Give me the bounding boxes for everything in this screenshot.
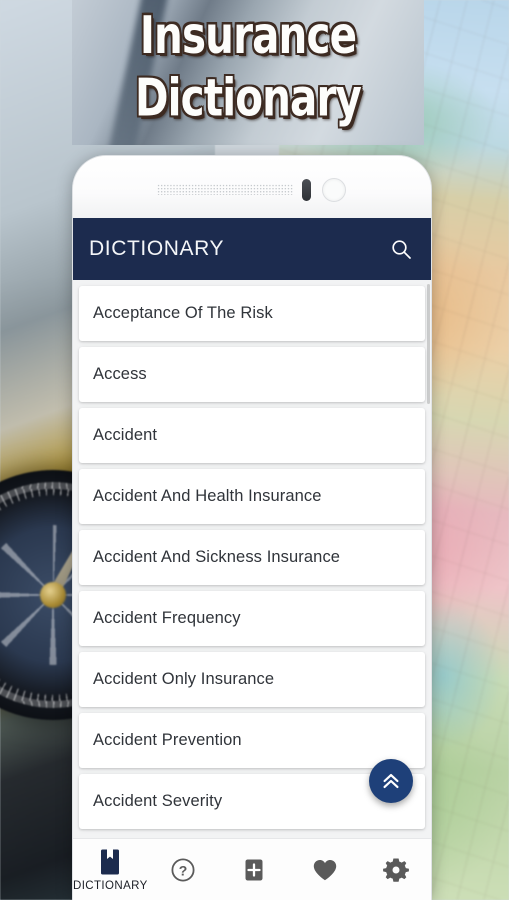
plus-square-icon bbox=[245, 859, 263, 881]
earpiece-speaker-grille bbox=[157, 184, 293, 195]
term-label: Accident Only Insurance bbox=[93, 670, 275, 688]
nav-item-help[interactable]: ? bbox=[148, 839, 219, 900]
dictionary-term-list[interactable]: Acceptance Of The Risk Access Accident A… bbox=[73, 280, 431, 838]
nav-item-settings[interactable] bbox=[360, 839, 431, 900]
app-bar-title: DICTIONARY bbox=[89, 237, 225, 260]
term-label: Accident bbox=[93, 426, 158, 444]
term-label: Acceptance Of The Risk bbox=[93, 304, 273, 322]
banner-title-line1: Insurance bbox=[139, 5, 357, 67]
nav-item-label: DICTIONARY bbox=[73, 879, 148, 892]
book-bookmark-icon bbox=[101, 849, 120, 874]
phone-bezel-top bbox=[73, 156, 431, 218]
term-label: Accident And Health Insurance bbox=[93, 487, 322, 505]
nav-item-add[interactable] bbox=[219, 839, 290, 900]
compass-pivot bbox=[40, 582, 66, 608]
scrollbar-thumb[interactable] bbox=[427, 284, 430, 404]
app-bar: DICTIONARY bbox=[73, 218, 431, 280]
search-icon[interactable] bbox=[389, 237, 413, 261]
list-item[interactable]: Access bbox=[79, 347, 425, 402]
double-chevron-up-icon bbox=[383, 773, 399, 789]
gear-icon bbox=[382, 858, 409, 882]
title-banner: Insurance Dictionary bbox=[72, 0, 424, 145]
app-store-screenshot: Insurance Dictionary DICTIONARY Acceptan… bbox=[0, 0, 509, 900]
heart-icon bbox=[313, 860, 336, 881]
list-item[interactable]: Accident Only Insurance bbox=[79, 652, 425, 707]
list-item[interactable]: Accident Frequency bbox=[79, 591, 425, 646]
bottom-navigation-bar: DICTIONARY ? bbox=[73, 838, 431, 900]
scroll-to-top-fab[interactable] bbox=[369, 759, 413, 803]
list-item[interactable]: Accident And Health Insurance bbox=[79, 469, 425, 524]
question-circle-icon: ? bbox=[171, 858, 195, 882]
term-label: Accident And Sickness Insurance bbox=[93, 548, 341, 566]
front-camera-icon bbox=[322, 178, 346, 202]
nav-item-dictionary[interactable]: DICTIONARY bbox=[73, 839, 148, 900]
list-item[interactable]: Accident bbox=[79, 408, 425, 463]
term-label: Access bbox=[93, 365, 147, 383]
nav-item-favorites[interactable] bbox=[289, 839, 360, 900]
app-screen: DICTIONARY Acceptance Of The Risk Access bbox=[73, 218, 431, 900]
svg-text:?: ? bbox=[179, 862, 188, 878]
term-label: Accident Prevention bbox=[93, 731, 242, 749]
banner-title: Insurance Dictionary bbox=[97, 0, 400, 131]
phone-mockup: DICTIONARY Acceptance Of The Risk Access bbox=[72, 155, 432, 900]
list-item[interactable]: Accident And Sickness Insurance bbox=[79, 530, 425, 585]
banner-title-line2: Dictionary bbox=[134, 68, 362, 130]
proximity-sensor-icon bbox=[302, 179, 311, 201]
list-item[interactable]: Accident Prevention bbox=[79, 713, 425, 768]
list-item[interactable]: Acceptance Of The Risk bbox=[79, 286, 425, 341]
term-label: Accident Severity bbox=[93, 792, 223, 810]
term-label: Accident Frequency bbox=[93, 609, 241, 627]
